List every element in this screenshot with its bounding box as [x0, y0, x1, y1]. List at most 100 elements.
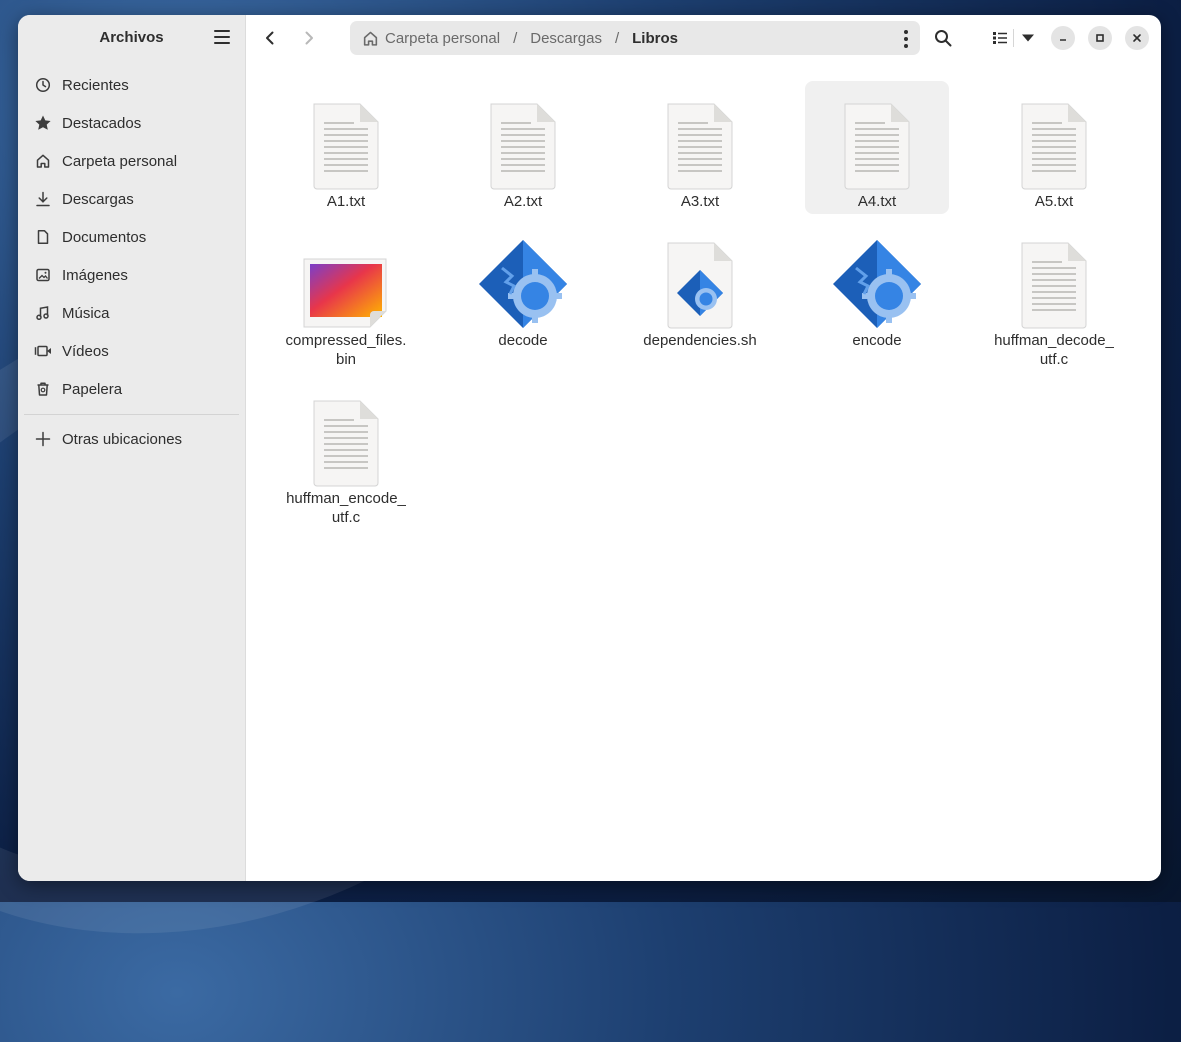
- sidebar-item-papelera[interactable]: Papelera: [24, 370, 239, 408]
- file-item[interactable]: A1.txt: [274, 81, 418, 211]
- file-item[interactable]: huffman_decode_utf.c: [982, 220, 1126, 369]
- sidebar-header: Archivos: [18, 15, 245, 61]
- file-item[interactable]: huffman_encode_utf.c: [274, 378, 418, 527]
- back-button[interactable]: [258, 26, 282, 50]
- caret-down-icon: [1022, 34, 1034, 42]
- folder-menu-button[interactable]: [904, 30, 908, 48]
- file-name-label: huffman_decode_utf.c: [994, 332, 1114, 368]
- sidebar-item-imagenes[interactable]: Imágenes: [24, 256, 239, 294]
- hamburger-icon-line: [214, 42, 230, 44]
- sidebar-item-documentos[interactable]: Documentos: [24, 218, 239, 256]
- close-button[interactable]: [1125, 26, 1149, 50]
- breadcrumb-descargas[interactable]: Descargas: [530, 30, 602, 47]
- file-name-label: A5.txt: [1034, 193, 1074, 210]
- more-dot-icon: [904, 44, 908, 48]
- text-file-icon: [313, 103, 379, 190]
- file-name-label: A3.txt: [680, 193, 720, 210]
- file-item[interactable]: A2.txt: [451, 81, 595, 211]
- text-file-icon: [667, 103, 733, 190]
- file-icon: [628, 220, 772, 330]
- minimize-button[interactable]: [1051, 26, 1075, 50]
- sidebar-item-destacados[interactable]: Destacados: [24, 104, 239, 142]
- music-icon: [24, 305, 62, 321]
- text-file-icon: [844, 103, 910, 190]
- view-list-button[interactable]: [987, 25, 1013, 51]
- more-dot-icon: [904, 30, 908, 34]
- sidebar-item-label: Descargas: [62, 190, 134, 208]
- close-icon: [1133, 34, 1141, 42]
- sidebar-item-musica[interactable]: Música: [24, 294, 239, 332]
- file-name-label: compressed_files.bin: [285, 332, 407, 368]
- chevron-left-icon: [266, 31, 274, 45]
- clock-icon: [24, 77, 62, 93]
- file-icon: [274, 220, 418, 330]
- hamburger-icon-line: [214, 30, 230, 32]
- text-file-icon: [490, 103, 556, 190]
- script-file-icon: [667, 242, 733, 329]
- executable-icon: [833, 240, 921, 328]
- sidebar-item-label: Imágenes: [62, 266, 128, 284]
- file-item[interactable]: encode: [805, 220, 949, 350]
- sidebar-item-label: Otras ubicaciones: [62, 430, 183, 448]
- sidebar-item-videos[interactable]: Vídeos: [24, 332, 239, 370]
- text-file-icon: [1021, 103, 1087, 190]
- search-button[interactable]: [930, 25, 956, 51]
- breadcrumb-carpeta-personal[interactable]: Carpeta personal: [385, 30, 500, 47]
- file-item[interactable]: compressed_files.bin: [274, 220, 418, 369]
- chevron-right-icon: [305, 31, 313, 45]
- file-icon: [805, 81, 949, 191]
- forward-button[interactable]: [297, 26, 321, 50]
- file-item[interactable]: A4.txt: [805, 81, 949, 214]
- file-name-label: dependencies.sh: [643, 332, 757, 349]
- list-view-icon: [993, 32, 1007, 44]
- file-grid: A1.txt A2.txt A3.txt A4.txt A5.txt compr…: [246, 61, 1161, 881]
- maximize-icon: [1096, 34, 1104, 42]
- sidebar-item-label: Documentos: [62, 228, 147, 246]
- header-bar: Carpeta personal / Descargas / Libros: [246, 15, 1161, 61]
- file-manager-window: Archivos Recientes Destacados Carpeta pe…: [18, 15, 1161, 881]
- sidebar-item-label: Destacados: [62, 114, 142, 132]
- file-item[interactable]: dependencies.sh: [628, 220, 772, 350]
- file-name-label: encode: [852, 332, 902, 349]
- sidebar-item-otras-ubicaciones[interactable]: Otras ubicaciones: [24, 420, 239, 458]
- file-icon: [982, 81, 1126, 191]
- hamburger-icon-line: [214, 36, 230, 38]
- sidebar-item-carpeta-personal[interactable]: Carpeta personal: [24, 142, 239, 180]
- image-file-icon: [303, 258, 387, 328]
- file-item[interactable]: A3.txt: [628, 81, 772, 211]
- text-file-icon: [1021, 242, 1087, 329]
- sidebar-item-recientes[interactable]: Recientes: [24, 66, 239, 104]
- home-icon: [362, 30, 379, 47]
- download-icon: [24, 191, 62, 207]
- main-menu-button[interactable]: [214, 30, 230, 44]
- sidebar-item-label: Vídeos: [62, 342, 109, 360]
- file-item[interactable]: A5.txt: [982, 81, 1126, 211]
- file-name-label: decode: [498, 332, 548, 349]
- view-options-button[interactable]: [1015, 25, 1041, 51]
- file-name-label: A1.txt: [326, 193, 366, 210]
- more-dot-icon: [904, 37, 908, 41]
- search-icon: [935, 30, 952, 47]
- sidebar-places: Recientes Destacados Carpeta personal De…: [24, 66, 239, 458]
- sidebar-item-label: Música: [62, 304, 110, 322]
- file-icon: [982, 220, 1126, 330]
- text-file-icon: [313, 400, 379, 487]
- maximize-button[interactable]: [1088, 26, 1112, 50]
- sidebar-separator: [24, 414, 239, 415]
- file-icon: [805, 220, 949, 330]
- file-icon: [628, 81, 772, 191]
- home-icon: [24, 153, 62, 169]
- breadcrumb-libros[interactable]: Libros: [632, 30, 678, 47]
- sidebar-item-label: Recientes: [62, 76, 129, 94]
- breadcrumb-separator: /: [614, 29, 620, 47]
- sidebar-item-descargas[interactable]: Descargas: [24, 180, 239, 218]
- file-item[interactable]: decode: [451, 220, 595, 350]
- file-icon: [451, 81, 595, 191]
- sidebar-item-label: Carpeta personal: [62, 152, 178, 170]
- sidebar-item-label: Papelera: [62, 380, 123, 398]
- sidebar: Archivos Recientes Destacados Carpeta pe…: [18, 15, 246, 881]
- star-icon: [24, 114, 62, 132]
- executable-icon: [479, 240, 567, 328]
- breadcrumb-separator: /: [513, 29, 518, 47]
- file-icon: [274, 378, 418, 488]
